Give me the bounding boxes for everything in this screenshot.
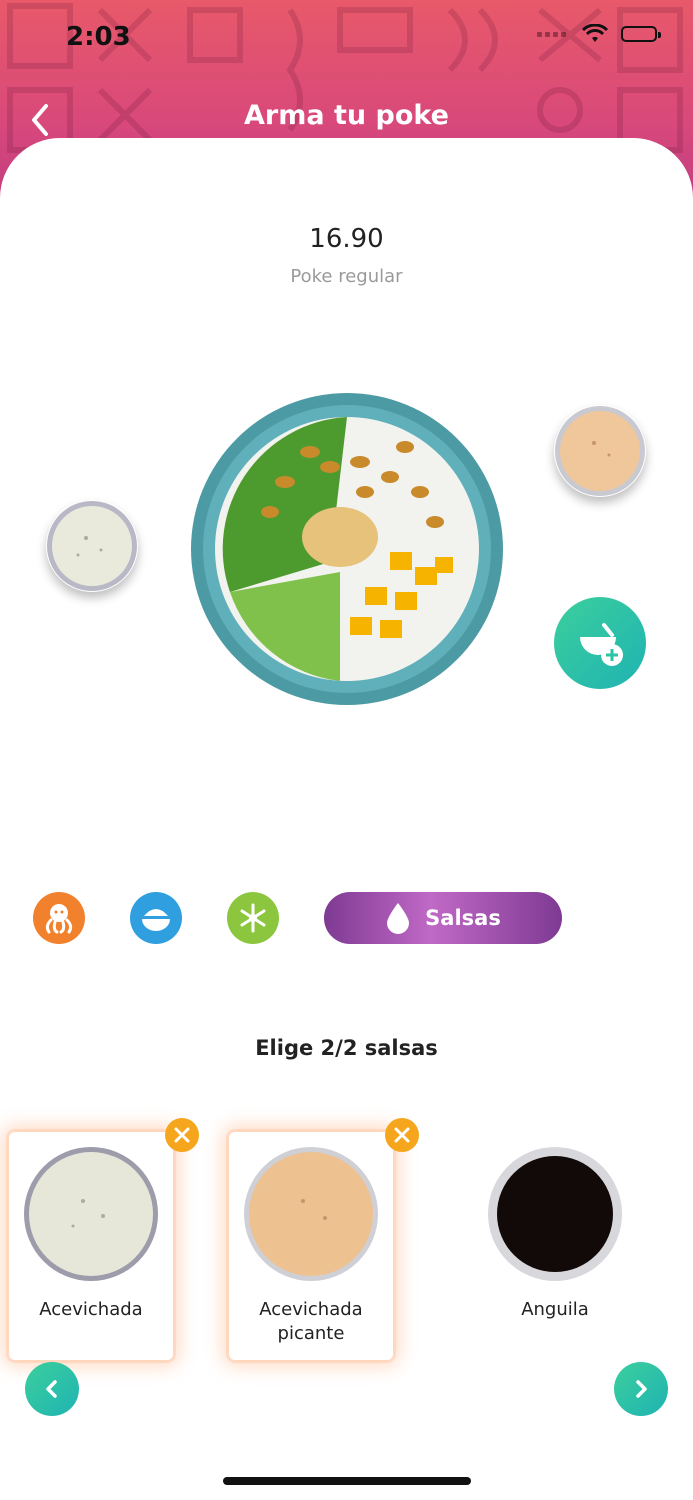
sauce-cup-acevichada xyxy=(47,501,137,591)
selection-instruction: Elige 2/2 salsas xyxy=(255,1036,438,1060)
category-toppings[interactable] xyxy=(227,892,279,944)
status-icons xyxy=(537,24,661,44)
close-icon xyxy=(394,1127,410,1143)
next-button[interactable] xyxy=(614,1362,668,1416)
rice-bowl-icon xyxy=(142,909,170,931)
add-bowl-button[interactable] xyxy=(554,597,646,689)
tab-salsas-label: Salsas xyxy=(425,906,501,930)
remove-acevichada-button[interactable] xyxy=(165,1118,199,1152)
signal-icon xyxy=(537,31,569,37)
sauce-card-anguila[interactable]: Anguila xyxy=(473,1132,637,1360)
sauce-image xyxy=(488,1147,622,1281)
remove-acevichada-picante-button[interactable] xyxy=(385,1118,419,1152)
octopus-icon xyxy=(45,904,73,934)
price-label: 16.90 xyxy=(309,224,384,254)
poke-bowl-image xyxy=(191,393,503,705)
status-time: 2:03 xyxy=(66,22,131,52)
category-base[interactable] xyxy=(130,892,182,944)
battery-icon xyxy=(621,26,661,42)
sauce-image xyxy=(24,1147,158,1281)
sauce-name: Acevichada picante xyxy=(259,1299,363,1344)
home-indicator xyxy=(223,1477,471,1485)
bowl-plus-icon xyxy=(580,623,623,666)
sauce-cup-acevichada-picante xyxy=(555,406,645,496)
sauce-image xyxy=(244,1147,378,1281)
snowflake-icon xyxy=(240,903,266,933)
close-icon xyxy=(174,1127,190,1143)
size-label: Poke regular xyxy=(290,266,403,287)
wifi-icon xyxy=(581,24,609,42)
sauce-card-acevichada-picante[interactable]: Acevichada picante xyxy=(229,1132,393,1360)
page-title: Arma tu poke xyxy=(244,100,449,131)
chevron-right-icon xyxy=(636,1380,647,1398)
previous-button[interactable] xyxy=(25,1362,79,1416)
sauce-card-acevichada[interactable]: Acevichada xyxy=(9,1132,173,1360)
category-protein[interactable] xyxy=(33,892,85,944)
drop-icon xyxy=(387,903,410,934)
sauce-name: Anguila xyxy=(521,1299,589,1320)
tab-salsas[interactable]: Salsas xyxy=(324,892,562,944)
chevron-left-icon xyxy=(46,1380,57,1398)
sauce-name: Acevichada xyxy=(39,1299,143,1320)
